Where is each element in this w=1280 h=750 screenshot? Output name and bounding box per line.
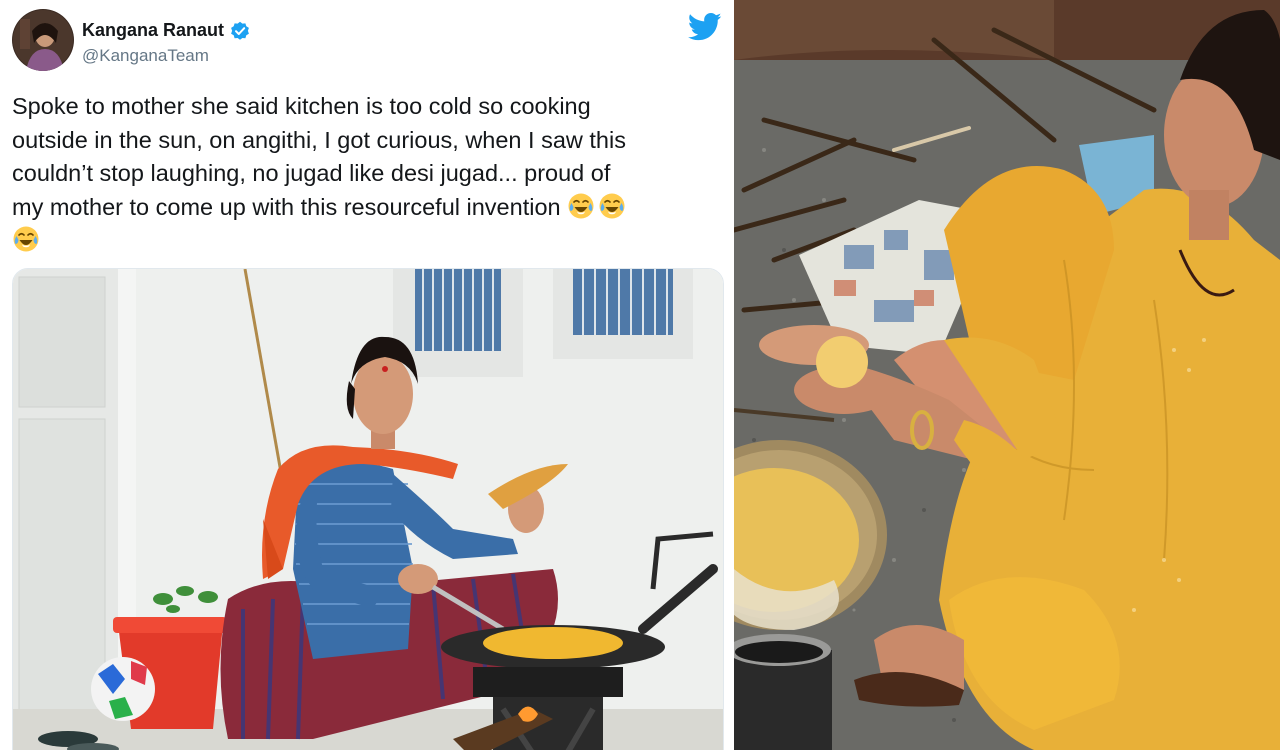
- tweet-text-line-with-emoji: my mother to come up with this resourcef…: [12, 191, 712, 225]
- face-with-tears-of-joy-icon: [12, 225, 40, 253]
- tweet-text-line: couldn’t stop laughing, no jugad like de…: [12, 160, 611, 186]
- tweet-card: Kangana Ranaut @KanganaTeam Spoke to mot…: [0, 0, 734, 750]
- tweet-text-line: my mother to come up with this resourcef…: [12, 193, 561, 220]
- cooking-close-up-photo: [734, 0, 1280, 750]
- face-with-tears-of-joy-icon: [567, 192, 595, 220]
- tweet-text-line: outside in the sun, on angithi, I got cu…: [12, 126, 626, 153]
- tweet-text: Spoke to mother she said kitchen is too …: [12, 90, 712, 258]
- twitter-bird-icon: [687, 12, 722, 42]
- tweet-media-photo[interactable]: [12, 268, 724, 750]
- tweet-text-line: Spoke to mother she said kitchen is too …: [12, 93, 591, 119]
- verified-badge-icon: [230, 21, 250, 41]
- user-handle[interactable]: @KanganaTeam: [82, 46, 209, 66]
- author-name-row: Kangana Ranaut: [82, 20, 250, 41]
- tweet-text-emoji-line: [12, 224, 712, 258]
- profile-avatar[interactable]: [12, 9, 74, 71]
- display-name[interactable]: Kangana Ranaut: [82, 20, 224, 41]
- face-with-tears-of-joy-icon: [598, 192, 626, 220]
